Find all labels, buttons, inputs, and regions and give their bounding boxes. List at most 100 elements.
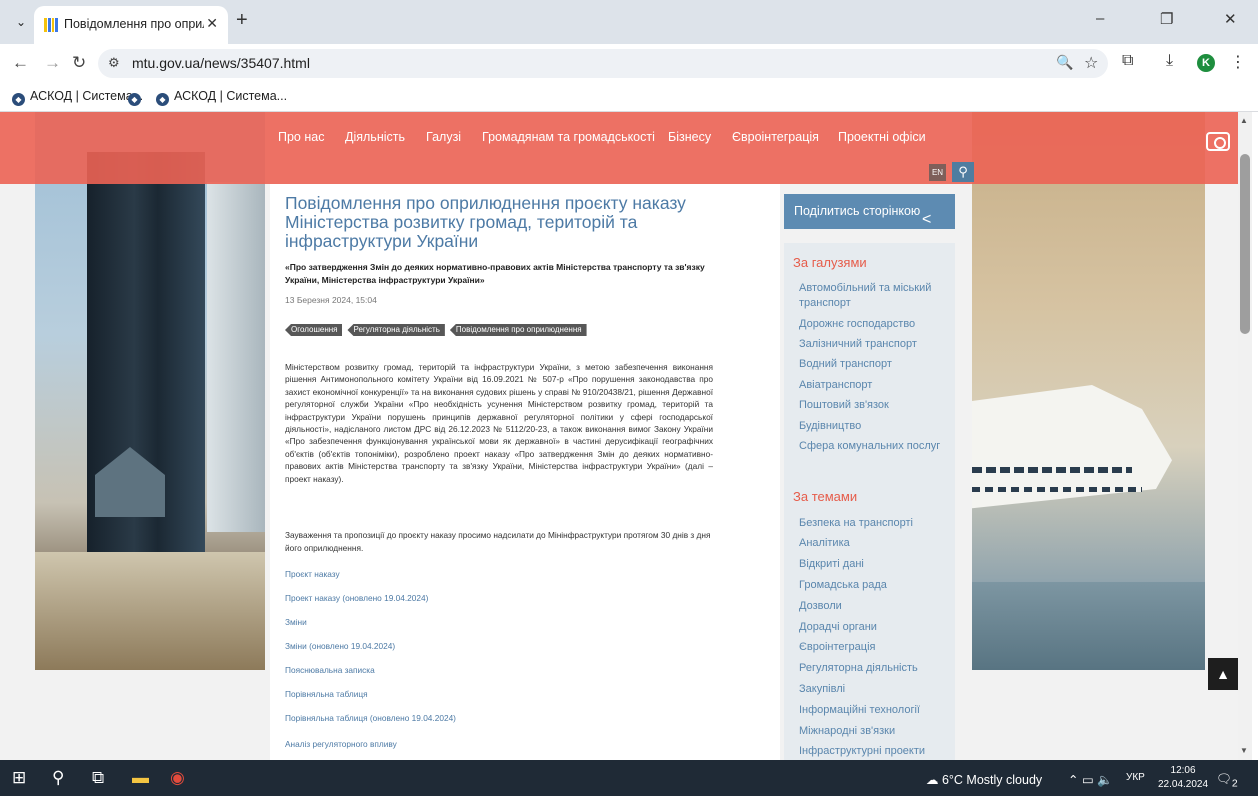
tag[interactable]: Оголошення <box>285 324 343 336</box>
sidebar-link[interactable]: Безпека на транспорті <box>799 516 949 531</box>
extensions-icon[interactable]: ⧉ <box>1122 52 1133 70</box>
scroll-down-icon[interactable]: ▼ <box>1240 746 1248 755</box>
sidebar-link[interactable]: Євроінтеграція <box>799 640 949 655</box>
document-link[interactable]: Зміни <box>285 617 307 627</box>
site-favicon-icon <box>44 18 58 32</box>
photo-wharf <box>35 552 265 670</box>
scroll-up-icon[interactable]: ▲ <box>1240 116 1248 125</box>
browser-tab-strip: ⌄ Повідомлення про оприлюд ✕ + – ❐ ✕ <box>0 0 1258 44</box>
nav-industries[interactable]: Галузі <box>426 130 461 144</box>
photo-ship-windows <box>972 467 1132 473</box>
page-viewport: Про нас Діяльність Галузі Громадянам та … <box>0 112 1238 760</box>
sidebar-link[interactable]: Регуляторна діяльність <box>799 661 949 676</box>
lang-switch-button[interactable]: EN <box>929 164 946 181</box>
bookmark-star-icon[interactable]: ☆ <box>1084 53 1098 73</box>
sidebar-link[interactable]: Закупівлі <box>799 682 949 697</box>
nav-project-offices[interactable]: Проектні офіси <box>838 130 926 144</box>
search-icon[interactable]: ⚲ <box>52 768 64 788</box>
sidebar-link[interactable]: Відкриті дані <box>799 557 949 572</box>
sidebar-link[interactable]: Будівництво <box>799 419 949 434</box>
document-link[interactable]: Аналіз регуляторного впливу <box>285 739 397 749</box>
profile-avatar[interactable]: K <box>1197 54 1215 72</box>
file-explorer-icon[interactable]: ▬ <box>132 768 149 788</box>
clock-date: 22.04.2024 <box>1158 779 1209 790</box>
sidebar-link[interactable]: Водний транспорт <box>799 357 949 372</box>
menu-dots-icon[interactable]: ⋮ <box>1230 52 1246 72</box>
sidebar-link[interactable]: Міжнародні зв'язки <box>799 724 949 739</box>
askod-icon: ◆ <box>156 93 169 106</box>
sidebar-link[interactable]: Дозволи <box>799 599 949 614</box>
notifications-icon[interactable]: 🗨2 <box>1216 772 1238 790</box>
bookmark-item[interactable]: ◆ АСКОД | Система... <box>156 89 287 106</box>
tag[interactable]: Повідомлення про оприлюднення <box>449 324 587 336</box>
nav-eurointegration[interactable]: Євроінтеграція <box>732 130 819 144</box>
nav-citizens[interactable]: Громадянам та громадськості <box>482 130 655 144</box>
article-column: Повідомлення про оприлюднення проєкту на… <box>270 184 780 760</box>
download-icon[interactable]: ⤓ <box>1166 52 1173 70</box>
bookmark-item[interactable]: ◆ АСКОД | Система... <box>12 89 143 106</box>
new-tab-icon[interactable]: + <box>236 10 248 30</box>
askod-icon: ◆ <box>12 93 25 106</box>
weather-widget[interactable]: ☁ 6°C Mostly cloudy <box>926 772 1042 787</box>
restore-icon[interactable]: ❐ <box>1160 10 1173 28</box>
language-indicator[interactable]: УКР <box>1126 772 1145 783</box>
chrome-icon[interactable]: ◉ <box>170 768 185 788</box>
back-icon[interactable]: ← <box>12 53 29 73</box>
notification-count: 2 <box>1231 778 1238 790</box>
askod-icon: ◆ <box>128 93 141 106</box>
sidebar-link[interactable]: Дорожнє господарство <box>799 317 949 332</box>
document-link[interactable]: Зміни (оновлено 19.04.2024) <box>285 641 395 651</box>
camera-icon[interactable] <box>1206 132 1230 151</box>
weather-text: 6°C Mostly cloudy <box>941 773 1043 787</box>
photo-ship <box>972 385 1172 509</box>
sidebar-link[interactable]: Інфраструктурні проекти <box>799 744 949 759</box>
bookmarks-bar: ◆ АСКОД | Система... ◆ ◆ АСКОД | Система..… <box>0 82 1258 112</box>
omnibox[interactable]: ⚙ mtu.gov.ua/news/35407.html 🔍 ☆ <box>98 49 1108 78</box>
tab-search-dropdown-icon[interactable]: ⌄ <box>8 10 34 34</box>
sidebar-link[interactable]: Залізничний транспорт <box>799 337 949 352</box>
tag[interactable]: Регуляторна діяльність <box>347 324 445 336</box>
sidebar-link[interactable]: Аналітика <box>799 536 949 551</box>
sidebar-link[interactable]: Автомобільний та міський транспорт <box>799 281 949 311</box>
share-button[interactable]: Поділитись сторінкою < <box>784 194 955 229</box>
zoom-icon[interactable]: 🔍 <box>1056 54 1073 71</box>
sidebar-link[interactable]: Сфера комунальних послуг <box>799 439 949 454</box>
article-body-note: Зауваження та пропозиції до проєкту нака… <box>285 530 711 553</box>
bookmark-icon-only[interactable]: ◆ <box>128 89 146 106</box>
industries-heading: За галузями <box>793 255 867 270</box>
close-window-icon[interactable]: ✕ <box>1224 10 1237 28</box>
clock[interactable]: 12:06 22.04.2024 <box>1158 764 1208 792</box>
reload-icon[interactable]: ↻ <box>72 53 86 73</box>
sidebar-link[interactable]: Авіатранспорт <box>799 378 949 393</box>
tag-list: Оголошення Регуляторна діяльність Повідо… <box>285 324 587 336</box>
nav-business[interactable]: Бізнесу <box>668 130 711 144</box>
page-scrollbar[interactable]: ▲ ▼ <box>1238 112 1252 760</box>
browser-tab[interactable]: Повідомлення про оприлюд ✕ <box>34 6 228 44</box>
document-link[interactable]: Проєкт наказу <box>285 569 340 579</box>
nav-activity[interactable]: Діяльність <box>345 130 405 144</box>
weather-cloud-icon: ☁ <box>926 773 939 787</box>
sidebar-link[interactable]: Поштовий зв'язок <box>799 398 949 413</box>
windows-start-icon[interactable]: ⊞ <box>12 768 26 788</box>
windows-taskbar: ⊞ ⚲ ⧉ ▬ ◉ ☁ 6°C Mostly cloudy ⌃ ▭ 🔈 УКР … <box>0 760 1258 796</box>
sidebar-link[interactable]: Дорадчі органи <box>799 620 949 635</box>
document-link[interactable]: Порівняльна таблиця (оновлено 19.04.2024… <box>285 713 456 723</box>
scrollbar-thumb[interactable] <box>1240 154 1250 334</box>
site-search-icon[interactable]: ⚲ <box>952 162 974 182</box>
document-link[interactable]: Пояснювальна записка <box>285 665 375 675</box>
task-view-icon[interactable]: ⧉ <box>92 768 104 788</box>
url-text[interactable]: mtu.gov.ua/news/35407.html <box>132 55 310 71</box>
site-navbar: Про нас Діяльність Галузі Громадянам та … <box>0 112 1238 184</box>
site-info-icon[interactable]: ⚙ <box>108 55 120 71</box>
sidebar-link[interactable]: Інформаційні технології <box>799 703 949 718</box>
share-icon: < <box>922 211 932 228</box>
document-link[interactable]: Проект наказу (оновлено 19.04.2024) <box>285 593 428 603</box>
tray-icons[interactable]: ⌃ ▭ 🔈 <box>1068 772 1113 788</box>
minimize-icon[interactable]: – <box>1096 10 1104 27</box>
scroll-to-top-button[interactable]: ▲ <box>1208 658 1238 690</box>
sidebar-link[interactable]: Громадська рада <box>799 578 949 593</box>
forward-icon[interactable]: → <box>44 53 61 73</box>
nav-about[interactable]: Про нас <box>278 130 324 144</box>
close-tab-icon[interactable]: ✕ <box>206 15 218 32</box>
document-link[interactable]: Порівняльна таблиця <box>285 689 368 699</box>
